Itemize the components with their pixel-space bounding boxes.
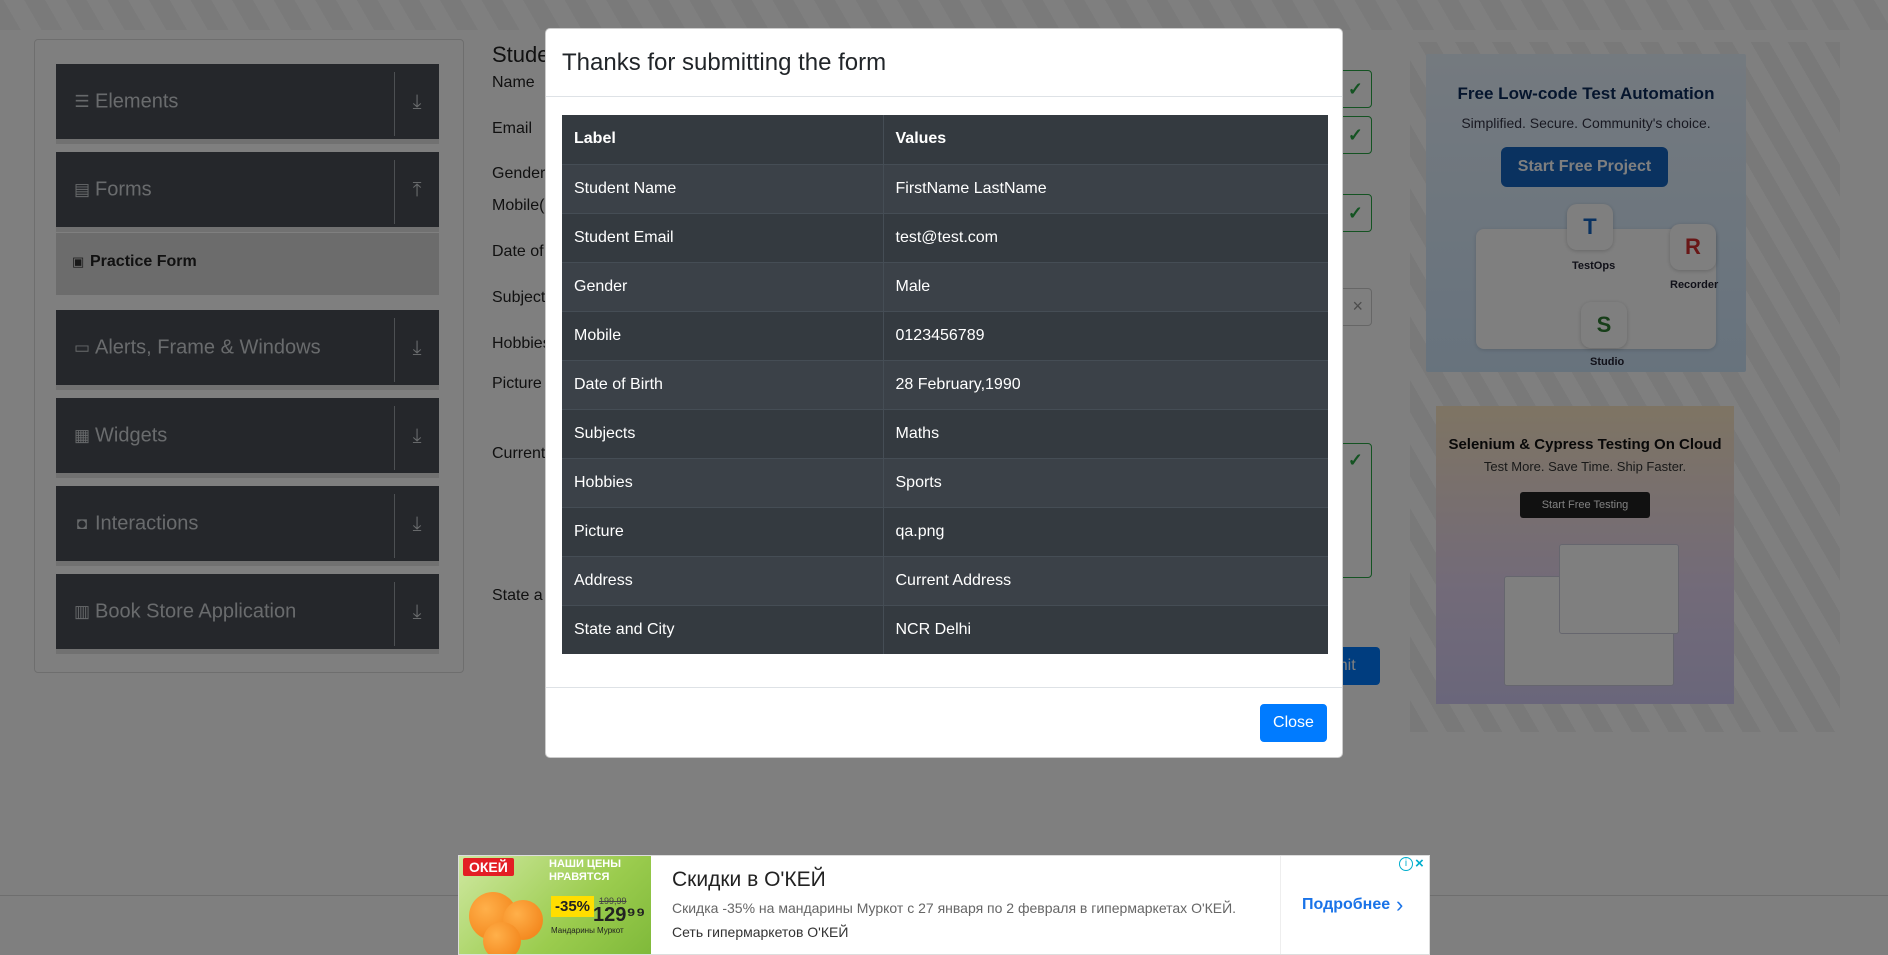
column-header-label: Label [562, 115, 884, 164]
row-value: Current Address [883, 555, 1328, 605]
table-row: Student Email test@test.com [562, 212, 1328, 262]
table-row: Subjects Maths [562, 408, 1328, 458]
close-button[interactable]: Close [1260, 704, 1327, 742]
modal-title: Thanks for submitting the form [562, 49, 887, 76]
table-row: Gender Male [562, 261, 1328, 311]
column-header-values: Values [895, 130, 947, 148]
banner-advertiser: Сеть гипермаркетов О'КЕЙ [672, 924, 849, 940]
okey-logo: ОКЕЙ [463, 858, 514, 876]
table-row: Date of Birth 28 February,1990 [562, 359, 1328, 409]
row-value: 0123456789 [883, 310, 1328, 360]
banner-divider [1280, 856, 1281, 954]
table-row: Picture qa.png [562, 506, 1328, 556]
row-label: Date of Birth [562, 359, 884, 409]
row-label: Picture [562, 506, 884, 556]
table-row: Student Name FirstName LastName [562, 163, 1328, 213]
row-label: Hobbies [562, 457, 884, 507]
submission-modal: Thanks for submitting the form Label Val… [545, 28, 1343, 758]
row-value: Maths [883, 408, 1328, 458]
row-value: test@test.com [883, 212, 1328, 262]
banner-cta-link[interactable]: Подробнее [1302, 896, 1390, 914]
table-row: Address Current Address [562, 555, 1328, 605]
row-label: Subjects [562, 408, 884, 458]
table-row: State and City NCR Delhi [562, 604, 1328, 654]
product-name: Мандарины Муркот [551, 926, 624, 935]
row-value: FirstName LastName [883, 163, 1328, 213]
banner-image: ОКЕЙ НАШИ ЦЕНЫ НРАВЯТСЯ -35% 199,99 129⁹… [459, 856, 651, 954]
row-label: Gender [562, 261, 884, 311]
close-icon[interactable]: × [1415, 856, 1424, 872]
banner-promo-text: НАШИ ЦЕНЫ НРАВЯТСЯ [549, 858, 621, 883]
banner-title[interactable]: Скидки в О'КЕЙ [672, 868, 826, 892]
orange-icon [483, 922, 521, 954]
row-value: Sports [883, 457, 1328, 507]
row-label: Student Email [562, 212, 884, 262]
submission-table: Label Values Student Name FirstName Last… [562, 115, 1328, 654]
chevron-right-icon[interactable]: › [1396, 892, 1403, 918]
row-label: Address [562, 555, 884, 605]
table-header-row: Label Values [562, 115, 1328, 164]
modal-header: Thanks for submitting the form [546, 29, 1342, 97]
row-label: Mobile [562, 310, 884, 360]
ad-info-icon[interactable]: i [1399, 857, 1413, 871]
bottom-banner-ad[interactable]: ОКЕЙ НАШИ ЦЕНЫ НРАВЯТСЯ -35% 199,99 129⁹… [458, 855, 1430, 955]
modal-footer: Close [546, 687, 1342, 759]
row-value: NCR Delhi [883, 604, 1328, 654]
banner-description: Скидка -35% на мандарины Муркот с 27 янв… [672, 900, 1237, 916]
row-label: Student Name [562, 163, 884, 213]
row-value: Male [883, 261, 1328, 311]
row-value: 28 February,1990 [883, 359, 1328, 409]
discount-badge: -35% [551, 896, 595, 917]
table-row: Hobbies Sports [562, 457, 1328, 507]
new-price: 129⁹⁹ [593, 904, 646, 926]
row-value: qa.png [883, 506, 1328, 556]
row-label: State and City [562, 604, 884, 654]
table-row: Mobile 0123456789 [562, 310, 1328, 360]
